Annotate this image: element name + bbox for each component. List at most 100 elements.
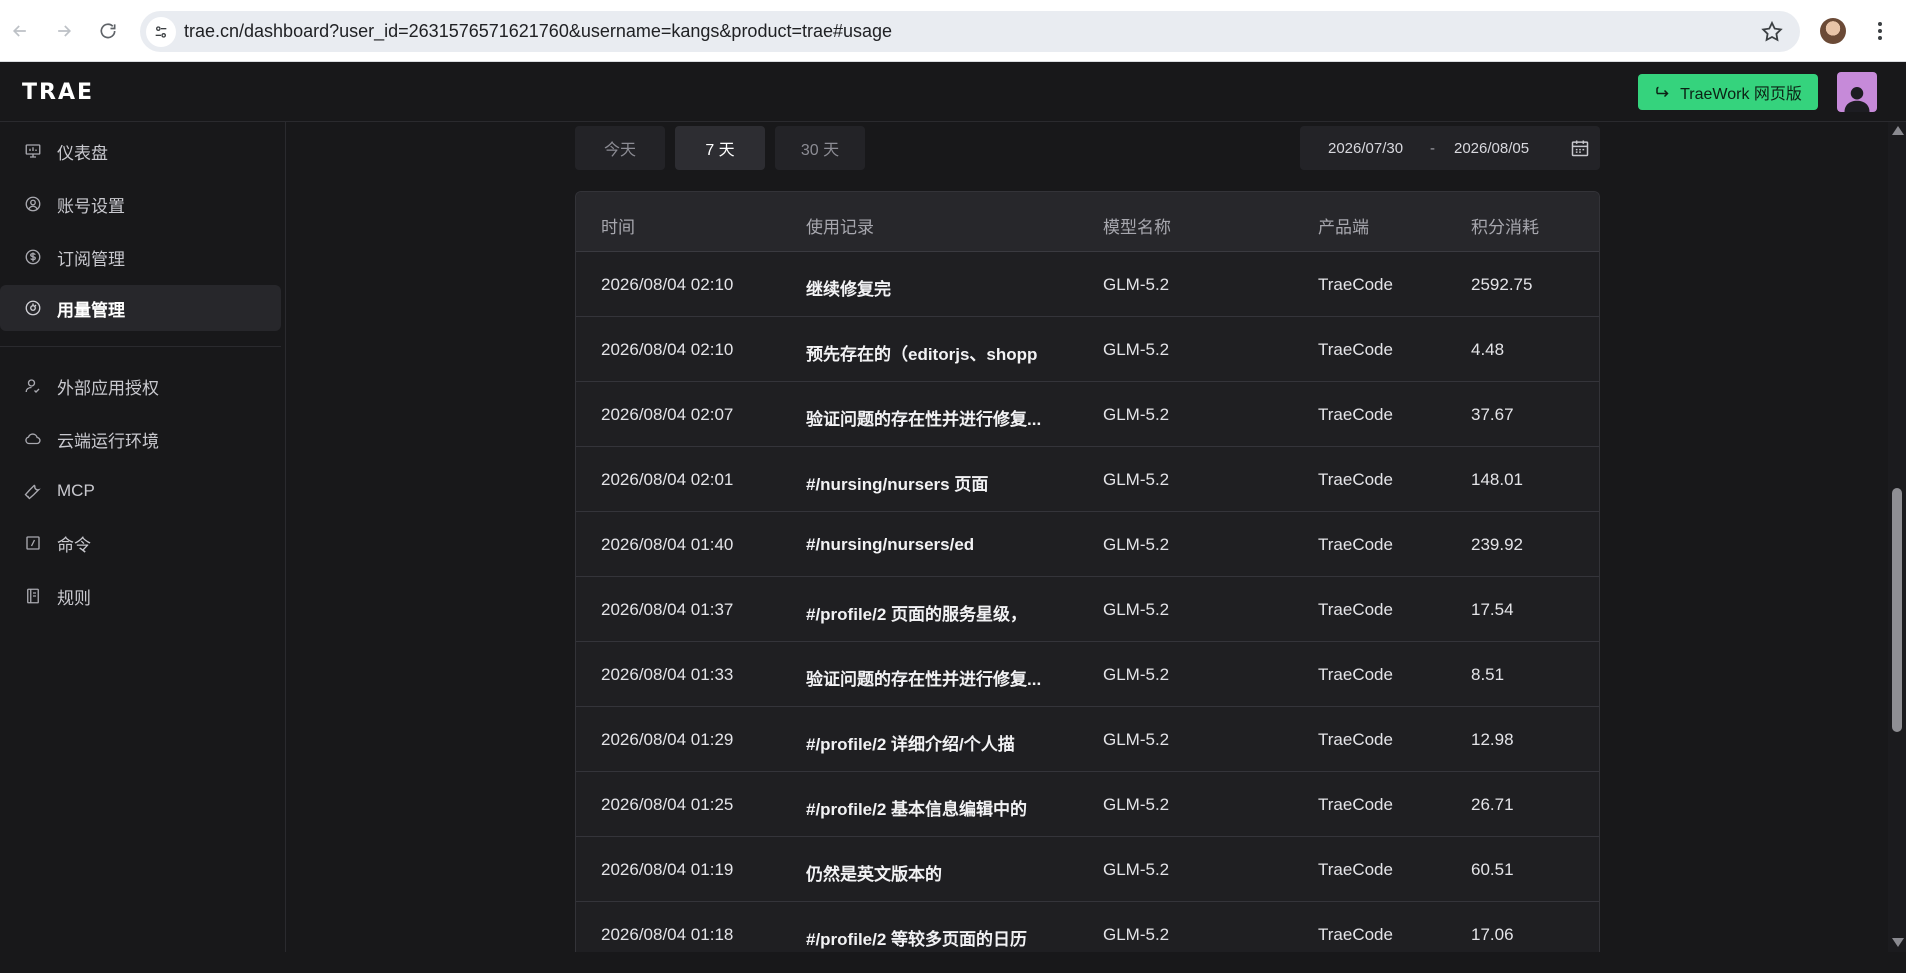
cell-product: TraeCode	[1318, 665, 1393, 684]
cell-model: GLM-5.2	[1103, 925, 1170, 944]
bottom-strip	[0, 952, 1906, 973]
cell-record[interactable]: 仍然是英文版本的	[806, 860, 942, 885]
cell-product: TraeCode	[1318, 535, 1393, 554]
sidebar-item-label: MCP	[57, 481, 95, 500]
traework-web-button[interactable]: TraeWork 网页版	[1638, 74, 1818, 110]
col-header-product: 产品端	[1318, 218, 1369, 237]
cell-product: TraeCode	[1318, 795, 1393, 814]
cell-record[interactable]: #/profile/2 页面的服务星级，	[806, 600, 1027, 625]
cell-model: GLM-5.2	[1103, 860, 1170, 879]
cell-model: GLM-5.2	[1103, 795, 1170, 814]
range-7days-button[interactable]: 7 天	[675, 126, 765, 170]
cell-record[interactable]: #/nursing/nursers/ed	[806, 535, 974, 555]
cell-points: 2592.75	[1471, 275, 1533, 294]
col-header-points: 积分消耗	[1471, 218, 1539, 237]
sidebar-item-cloud-env[interactable]: 云端运行环境	[0, 416, 281, 462]
bookmark-star-icon[interactable]	[1760, 20, 1784, 44]
cell-product: TraeCode	[1318, 730, 1393, 749]
cell-time: 2026/08/04 02:10	[601, 340, 734, 359]
cell-record[interactable]: #/profile/2 详细介绍/个人描	[806, 730, 1015, 755]
cell-record[interactable]: 验证问题的存在性并进行修复...	[806, 665, 1041, 690]
page-scrollbar[interactable]	[1888, 122, 1906, 952]
date-start[interactable]: 2026/07/30	[1328, 140, 1403, 157]
sidebar-item-dashboard[interactable]: 仪表盘	[0, 128, 281, 174]
reload-icon	[100, 22, 116, 38]
reload-button[interactable]	[94, 17, 122, 45]
cell-points: 8.51	[1471, 665, 1505, 684]
table-row: 2026/08/04 02:10 继续修复完 GLM-5.2 TraeCode 2592…	[576, 252, 1599, 317]
cell-points: 26.71	[1471, 795, 1514, 814]
usage-table: 时间 使用记录 模型名称 产品端 积分消耗 2026/08/04 02:10 继续…	[575, 191, 1600, 953]
table-row: 2026/08/04 01:33 验证问题的存在性并进行修复... GLM-5.2 T…	[576, 642, 1599, 707]
cell-record[interactable]: 验证问题的存在性并进行修复...	[806, 405, 1041, 430]
cell-points: 12.98	[1471, 730, 1514, 749]
cell-points: 148.01	[1471, 470, 1523, 489]
sidebar-item-label: 命令	[57, 535, 91, 555]
cell-record[interactable]: #/profile/2 等较多页面的日历	[806, 925, 1027, 950]
cell-record[interactable]: #/profile/2 基本信息编辑中的	[806, 795, 1027, 820]
cell-model: GLM-5.2	[1103, 275, 1170, 294]
arrow-right-icon	[58, 24, 72, 37]
app-header: TRAE TraeWork 网页版	[0, 62, 1906, 122]
sidebar-item-label: 账号设置	[57, 196, 125, 216]
traework-web-label: TraeWork 网页版	[1680, 86, 1802, 103]
cell-model: GLM-5.2	[1103, 730, 1170, 749]
col-header-model: 模型名称	[1103, 218, 1171, 237]
sidebar-item-label: 云端运行环境	[57, 431, 159, 451]
trae-logo[interactable]: TRAE	[22, 80, 94, 105]
table-row: 2026/08/04 01:37 #/profile/2 页面的服务星级， GLM-…	[576, 577, 1599, 642]
sidebar-divider	[0, 346, 281, 347]
table-row: 2026/08/04 01:40 #/nursing/nursers/ed GLM-…	[576, 512, 1599, 577]
range-30days-button[interactable]: 30 天	[775, 126, 865, 170]
browser-profile-avatar[interactable]	[1820, 18, 1846, 44]
range-today-button[interactable]: 今天	[575, 126, 665, 170]
scroll-thumb[interactable]	[1892, 488, 1902, 732]
cell-model: GLM-5.2	[1103, 340, 1170, 359]
cell-model: GLM-5.2	[1103, 665, 1170, 684]
login-arrow-icon	[1656, 86, 1669, 98]
scroll-down-arrow-icon[interactable]	[1892, 938, 1904, 947]
cell-model: GLM-5.2	[1103, 600, 1170, 619]
cell-record[interactable]: #/nursing/nursers 页面	[806, 470, 988, 495]
table-row: 2026/08/04 01:29 #/profile/2 详细介绍/个人描 GLM-…	[576, 707, 1599, 772]
address-bar[interactable]: trae.cn/dashboard?user_id=26315765716217…	[140, 11, 1800, 52]
cell-product: TraeCode	[1318, 275, 1393, 294]
date-end[interactable]: 2026/08/05	[1454, 140, 1529, 157]
user-avatar[interactable]	[1837, 72, 1877, 112]
table-header: 时间 使用记录 模型名称 产品端 积分消耗	[576, 192, 1599, 252]
table-row: 2026/08/04 02:10 预先存在的（editorjs、shopp GLM-…	[576, 317, 1599, 382]
scroll-up-arrow-icon[interactable]	[1892, 126, 1904, 135]
sidebar-item-commands[interactable]: 命令	[0, 520, 281, 566]
back-button[interactable]	[6, 17, 34, 45]
wrench-icon	[22, 480, 44, 502]
browser-toolbar: trae.cn/dashboard?user_id=26315765716217…	[0, 0, 1906, 62]
date-range-picker[interactable]: 2026/07/30 - 2026/08/05	[1300, 126, 1600, 170]
calendar-icon[interactable]	[1570, 138, 1590, 158]
sidebar-item-external-auth[interactable]: 外部应用授权	[0, 363, 281, 409]
cell-product: TraeCode	[1318, 405, 1393, 424]
url-text[interactable]: trae.cn/dashboard?user_id=26315765716217…	[184, 21, 892, 42]
sidebar-item-usage[interactable]: 用量管理	[0, 285, 281, 331]
cell-points: 37.67	[1471, 405, 1514, 424]
cell-record[interactable]: 预先存在的（editorjs、shopp	[806, 340, 1037, 365]
cell-time: 2026/08/04 01:40	[601, 535, 734, 554]
user-circle-icon	[22, 193, 44, 215]
sidebar-item-mcp[interactable]: MCP	[0, 468, 281, 514]
sidebar-item-account-settings[interactable]: 账号设置	[0, 181, 281, 227]
cell-points: 60.51	[1471, 860, 1514, 879]
site-info-button[interactable]	[146, 16, 176, 47]
cell-points: 17.54	[1471, 600, 1514, 619]
cell-time: 2026/08/04 02:01	[601, 470, 734, 489]
cell-time: 2026/08/04 01:25	[601, 795, 734, 814]
sidebar-item-subscription[interactable]: 订阅管理	[0, 234, 281, 280]
tune-icon	[155, 25, 167, 38]
sidebar-item-label: 规则	[57, 588, 91, 608]
sidebar-item-rules[interactable]: 规则	[0, 573, 281, 619]
table-row: 2026/08/04 01:25 #/profile/2 基本信息编辑中的 GLM-…	[576, 772, 1599, 837]
cell-product: TraeCode	[1318, 600, 1393, 619]
more-vert-icon[interactable]	[1868, 19, 1892, 43]
cell-record[interactable]: 继续修复完	[806, 275, 891, 300]
sidebar-item-label: 外部应用授权	[57, 378, 159, 398]
monitor-icon	[22, 140, 44, 162]
forward-button[interactable]	[50, 17, 78, 45]
